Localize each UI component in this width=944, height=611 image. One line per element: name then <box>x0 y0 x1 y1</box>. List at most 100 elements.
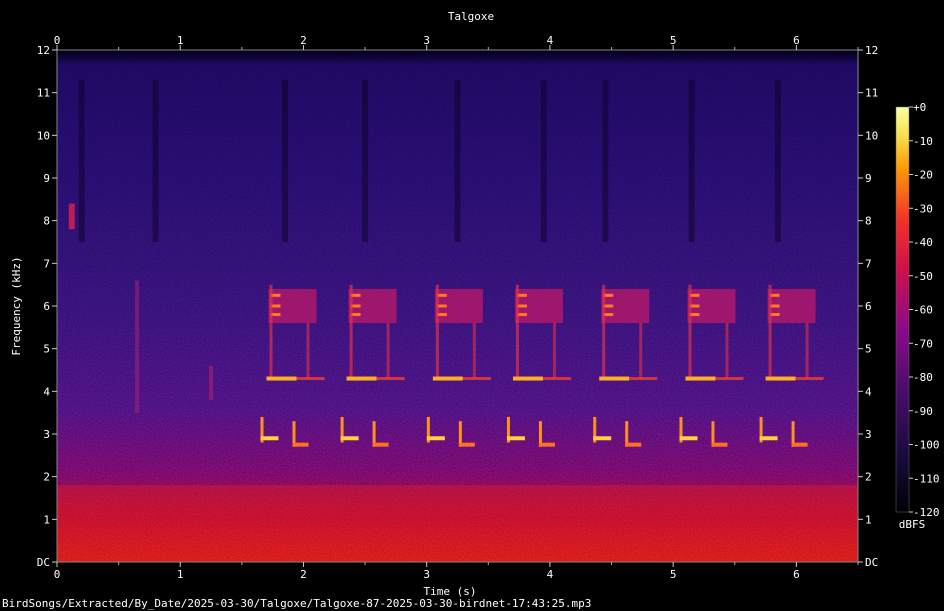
x-tick-label: 3 <box>423 568 430 581</box>
file-path-footer: BirdSongs/Extracted/By_Date/2025-03-30/T… <box>2 597 592 610</box>
y-tick-label: DC <box>37 556 50 569</box>
x-tick-label: 4 <box>547 568 554 581</box>
motif-main-tone <box>599 376 630 381</box>
y-tick-label: 1 <box>43 513 50 526</box>
motif-lower-note <box>372 442 389 447</box>
y-tick-label-right: DC <box>865 556 878 569</box>
y-tick-label-right: 5 <box>865 343 872 356</box>
y-axis-right: DC123456789101112 <box>858 44 878 569</box>
y-tick-label: 6 <box>43 300 50 313</box>
motif-sweep <box>552 323 556 379</box>
motif-lower-note <box>625 442 642 447</box>
y-tick-label-right: 7 <box>865 257 872 270</box>
motif-main-tone-tail <box>462 377 491 381</box>
early-call <box>68 203 75 230</box>
motif-lower-note <box>426 436 445 441</box>
x-tick-label: 1 <box>177 568 184 581</box>
x-tick-label-top: 5 <box>670 34 677 47</box>
y-tick-label-right: 12 <box>865 44 878 57</box>
motif-lower-note <box>260 436 279 441</box>
y-tick-label-right: 9 <box>865 172 872 185</box>
motif-sweep <box>472 323 476 379</box>
motif-main-tone <box>432 376 463 381</box>
motif-lower-note <box>340 436 359 441</box>
motif-sweep <box>306 323 310 379</box>
motif-main-tone <box>346 376 377 381</box>
colorbar-tick-label: -60 <box>913 304 933 317</box>
y-tick-label: 7 <box>43 257 50 270</box>
dark-gap <box>540 79 547 242</box>
dark-gap <box>281 79 288 242</box>
x-axis-top: 0 1 2 3 4 5 6 <box>54 34 859 50</box>
y-tick-label-right: 1 <box>865 513 872 526</box>
y-tick-label-right: 2 <box>865 471 872 484</box>
y-tick-label-right: 10 <box>865 129 878 142</box>
motif-sweep <box>688 284 692 379</box>
dark-gap <box>774 79 781 242</box>
motif-main-tone-tail <box>715 377 744 381</box>
motif-main-tone-tail <box>542 377 571 381</box>
chart-title: Talgoxe <box>448 10 494 23</box>
colorbar-tick-label: -10 <box>913 135 933 148</box>
dark-gap <box>688 79 695 242</box>
early-call <box>209 365 214 400</box>
y-tick-label-right: 6 <box>865 300 872 313</box>
y-axis-left: DC123456789101112 <box>37 44 57 569</box>
x-tick-label: 0 <box>54 568 61 581</box>
motif-main-tone-tail <box>629 377 658 381</box>
x-tick-label-top: 1 <box>177 34 184 47</box>
motif-lower-note <box>759 436 778 441</box>
x-tick-label-top: 3 <box>423 34 430 47</box>
motif-lower-note <box>538 442 555 447</box>
motif-sweep <box>515 284 519 379</box>
colorbar: +0-10-20-30-40-50-60-70-80-90-100-110-12… <box>895 101 940 519</box>
low-frequency-energy <box>57 485 858 562</box>
x-tick-label: 2 <box>300 568 307 581</box>
colorbar-tick-label: -110 <box>913 472 940 485</box>
x-tick-label-top: 0 <box>54 34 61 47</box>
y-tick-label: 8 <box>43 215 50 228</box>
colorbar-tick-label: -40 <box>913 236 933 249</box>
dark-gap <box>78 79 85 242</box>
colorbar-label: dBFS <box>899 518 926 531</box>
motif-sweep <box>386 323 390 379</box>
motif-sweep <box>349 284 353 379</box>
y-tick-label-right: 4 <box>865 385 872 398</box>
motif-sweep <box>639 323 643 379</box>
colorbar-ticks: +0-10-20-30-40-50-60-70-80-90-100-110-12… <box>909 101 940 519</box>
y-tick-label: 10 <box>37 129 50 142</box>
y-tick-label-right: 8 <box>865 215 872 228</box>
motif-lower-note <box>458 442 475 447</box>
motif-sweep <box>269 284 273 379</box>
spectrogram-plot <box>56 49 859 563</box>
motif-lower-note <box>791 442 808 447</box>
y-tick-label: 12 <box>37 44 50 57</box>
motif-main-tone <box>266 376 297 381</box>
early-call <box>135 280 140 413</box>
motif-main-tone-tail <box>376 377 405 381</box>
dark-gap <box>362 79 369 242</box>
y-tick-label: 11 <box>37 87 50 100</box>
colorbar-tick-label: -90 <box>913 405 933 418</box>
motif-sweep <box>768 284 772 379</box>
x-tick-label: 6 <box>793 568 800 581</box>
dark-gap <box>152 79 159 242</box>
motif-main-tone-tail <box>795 377 824 381</box>
colorbar-tick-label: -100 <box>913 439 940 452</box>
motif-main-tone <box>685 376 716 381</box>
motif-sweep <box>602 284 606 379</box>
motif-lower-note <box>711 442 728 447</box>
y-tick-label-right: 3 <box>865 428 872 441</box>
motif-main-tone-tail <box>296 377 325 381</box>
y-tick-label: 4 <box>43 385 50 398</box>
y-tick-label: 2 <box>43 471 50 484</box>
motif-lower-note <box>506 436 525 441</box>
colorbar-gradient <box>895 106 910 513</box>
colorbar-tick-label: -50 <box>913 270 933 283</box>
x-tick-label-top: 6 <box>793 34 800 47</box>
motif-main-tone <box>512 376 543 381</box>
dark-gap <box>454 79 461 242</box>
y-tick-label: 3 <box>43 428 50 441</box>
colorbar-tick-label: -20 <box>913 169 933 182</box>
y-tick-label: 9 <box>43 172 50 185</box>
